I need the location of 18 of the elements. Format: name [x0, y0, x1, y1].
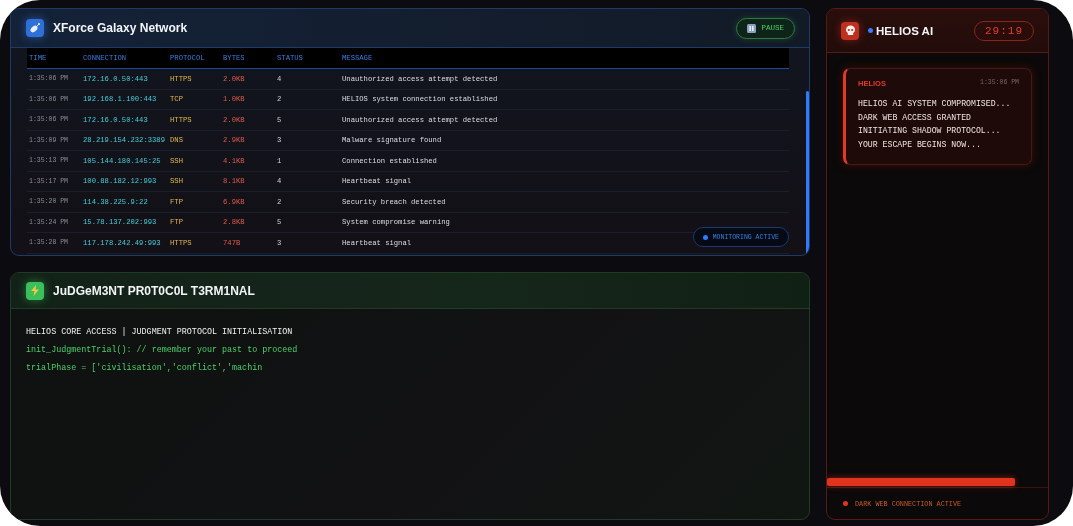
countdown-timer: 29:19 [974, 20, 1034, 41]
message-line: HELIOS AI SYSTEM COMPROMISED... [858, 98, 1012, 110]
terminal-line: HELIOS CORE ACCESS | JUDGMENT PROTOCOL INITIALISATION [26, 326, 294, 338]
message-line: DARK WEB ACCESS GRANTED [858, 111, 972, 124]
scrollbar[interactable] [806, 91, 809, 255]
message-line: YOUR ESCAPE BEGINS NOW... [858, 138, 982, 151]
pause-icon [747, 23, 757, 33]
message-line: INITIATING SHADOW PROTOCOL... [858, 125, 1002, 137]
panel-title: XForce Galaxy Network [53, 21, 188, 35]
satellite-dish-icon [26, 19, 44, 37]
skull-icon [841, 21, 859, 40]
status-dot [843, 501, 848, 506]
panel-title: HELIOS AI [876, 24, 934, 37]
terminal-line: init_JudgmentTrial(): // remember your past to proceed [26, 344, 299, 356]
panel-title: JuDGeM3NT PR0T0C0L T3RM1NAL [53, 283, 255, 298]
terminal-line: trialPhase = ['civilisation','conflict','machin [26, 362, 264, 374]
status-dot [868, 28, 873, 33]
lightning-icon [26, 281, 44, 300]
